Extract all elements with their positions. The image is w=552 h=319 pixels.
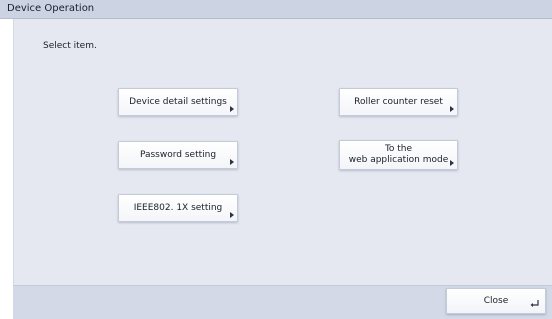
chevron-right-icon [450,160,454,166]
return-icon [530,300,539,307]
device-detail-settings-button[interactable]: Device detail settings [118,88,238,116]
chevron-right-icon [230,159,234,165]
chevron-right-icon [230,106,234,112]
title-bar: Device Operation [0,0,552,19]
password-setting-label: Password setting [139,149,217,160]
roller-counter-reset-label: Roller counter reset [354,96,443,107]
device-operation-window: Device Operation Select item. Device det… [0,0,552,319]
web-application-mode-label: To the web application mode [348,144,449,165]
device-detail-settings-label: Device detail settings [129,96,227,107]
instruction-text: Select item. [43,41,97,51]
window-title: Device Operation [7,3,95,14]
ieee8021x-setting-label: IEEE802. 1X setting [133,202,223,213]
password-setting-button[interactable]: Password setting [118,141,238,169]
close-button-label: Close [483,296,509,306]
close-button[interactable]: Close [446,288,546,314]
ieee8021x-setting-button[interactable]: IEEE802. 1X setting [118,194,238,222]
roller-counter-reset-button[interactable]: Roller counter reset [339,88,458,116]
chevron-right-icon [450,106,454,112]
web-application-mode-button[interactable]: To the web application mode [339,140,458,170]
chevron-right-icon [230,212,234,218]
main-panel: Select item. [13,19,552,319]
